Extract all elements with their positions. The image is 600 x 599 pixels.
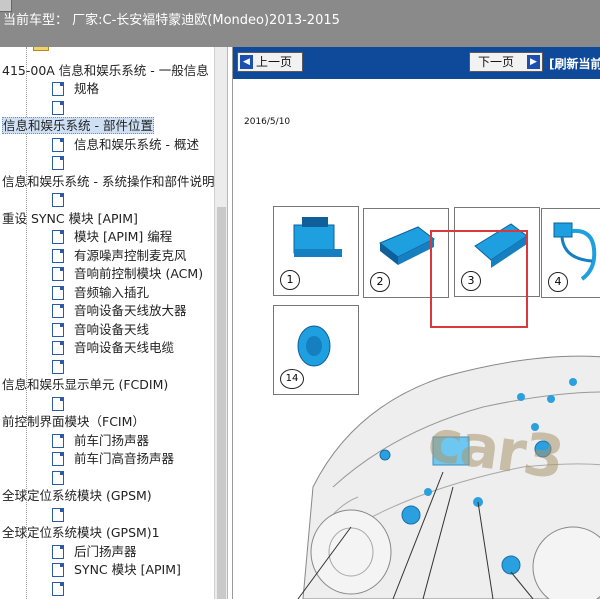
tree-doc-node[interactable]: [52, 395, 74, 413]
tree-node-label: 音响前控制模块 (ACM): [74, 266, 204, 281]
document-icon: [52, 322, 64, 337]
tree-doc-node[interactable]: [52, 358, 74, 376]
document-icon: [52, 82, 64, 96]
tree-node-label: 后门扬声器: [74, 543, 137, 559]
tree-doc-node[interactable]: 音频输入插孔: [52, 284, 149, 302]
document-icon: [52, 341, 64, 355]
tree-section-node[interactable]: 信息和娱乐系统 - 系统操作和部件说明: [2, 173, 214, 191]
tree-node-label: 415-00A 信息和娱乐系统 - 一般信息: [2, 62, 209, 78]
part-number: 2: [370, 272, 390, 292]
tree-node-label: 信息和娱乐系统 - 系统操作和部件说明: [2, 173, 215, 189]
tree-node-label: 信息和娱乐显示单元 (FCDIM): [2, 377, 169, 392]
tree-doc-node[interactable]: SYNC 模块 [APIM]: [52, 561, 181, 579]
document-icon: [52, 248, 64, 263]
document-icon: [52, 285, 64, 300]
document-icon: [52, 193, 64, 207]
tree-doc-node[interactable]: 音响设备天线放大器: [52, 302, 187, 320]
tree-node-label: 音响设备天线: [74, 321, 150, 337]
document-icon: [52, 359, 64, 374]
tree-doc-node[interactable]: [52, 99, 74, 117]
tree-doc-node[interactable]: [52, 506, 74, 524]
tree-doc-node[interactable]: 后门扬声器: [52, 543, 137, 561]
arrow-right-icon: ▶: [527, 55, 540, 69]
previous-page-label: 上一页: [256, 55, 293, 69]
document-icon: [52, 452, 64, 466]
previous-page-button[interactable]: ◀ 上一页: [237, 52, 303, 72]
tree-doc-node[interactable]: 前车门扬声器: [52, 432, 149, 450]
tree-doc-node[interactable]: [52, 154, 74, 172]
tree-section-node[interactable]: 前控制界面模块（FCIM）: [2, 413, 145, 431]
document-icon: [52, 507, 64, 522]
tree-scrollbar-thumb[interactable]: [217, 207, 226, 599]
tree-node-label: 前控制界面模块（FCIM）: [2, 414, 145, 429]
folder-icon: [33, 47, 49, 51]
tree-doc-node[interactable]: 音响设备天线: [52, 321, 149, 339]
next-page-label: 下一页: [478, 55, 515, 69]
part-highlight-frame: [430, 230, 528, 328]
tree-doc-node[interactable]: 音响设备天线电缆: [52, 339, 174, 357]
tree-section-node[interactable]: 重设 SYNC 模块 [APIM]: [2, 210, 138, 228]
part-number: 1: [280, 270, 300, 290]
part-number: 4: [548, 272, 568, 292]
tree-doc-node[interactable]: 规格: [52, 80, 99, 98]
part-number: 14: [280, 369, 304, 389]
tree-node-label: SYNC 模块 [APIM]: [74, 562, 181, 577]
document-icon: [52, 230, 64, 244]
tree-node-label: 规格: [74, 81, 100, 96]
document-icon: [52, 304, 64, 318]
document-icon: [52, 563, 64, 577]
tree-doc-node[interactable]: 模块 [APIM] 编程: [52, 228, 172, 246]
document-toolbar: ◀ 上一页 下一页 ▶ [刷新当前: [233, 47, 600, 79]
tree-section-node[interactable]: 信息和娱乐系统 - 部件位置: [2, 117, 154, 135]
tree-section-node[interactable]: 全球定位系统模块 (GPSM)1: [2, 524, 160, 542]
document-icon: [52, 470, 64, 485]
document-icon: [52, 396, 64, 411]
current-vehicle-label: 当前车型： 厂家:C-长安福特蒙迪欧(Mondeo)2013-2015: [3, 13, 340, 28]
tree-doc-node[interactable]: [52, 191, 74, 209]
tree-node-label: 音频输入插孔: [74, 284, 150, 300]
document-icon: [52, 433, 64, 448]
tree-node-label: 前车门扬声器: [74, 432, 150, 448]
document-icon: [52, 156, 64, 170]
document-tree[interactable]: 415-00A 信息和娱乐系统 - 一般信息 规格 信息和娱乐系统 - 部件位置 信息…: [0, 47, 228, 599]
tree-node-label: 全球定位系统模块 (GPSM): [2, 488, 152, 503]
refresh-current-link[interactable]: [刷新当前: [549, 55, 600, 72]
tree-section-node[interactable]: 全球定位系统模块 (GPSM): [2, 487, 152, 505]
document-icon: [52, 137, 64, 152]
tree-node-label: 音响设备天线放大器: [74, 303, 187, 318]
tree-node-label: 模块 [APIM] 编程: [74, 229, 173, 244]
window-header: 当前车型： 厂家:C-长安福特蒙迪欧(Mondeo)2013-2015: [0, 0, 600, 47]
tree-node-label: 有源噪声控制麦克风: [74, 247, 187, 263]
tree-node-label: 前车门高音扬声器: [74, 451, 175, 466]
tree-node-label: 信息和娱乐系统 - 部件位置: [2, 117, 154, 134]
tree-doc-node[interactable]: 前车门高音扬声器: [52, 450, 174, 468]
tree-doc-node[interactable]: 音响前控制模块 (ACM): [52, 265, 203, 283]
tree-node-label: 重设 SYNC 模块 [APIM]: [2, 210, 138, 226]
tree-doc-node[interactable]: [52, 469, 74, 487]
tree-section-node[interactable]: 415-00A 信息和娱乐系统 - 一般信息: [2, 62, 209, 80]
next-page-button[interactable]: 下一页 ▶: [469, 52, 543, 72]
part-callout-14: 14: [273, 305, 359, 395]
tree-doc-node[interactable]: [52, 580, 74, 598]
tree-node-label: 音响设备天线电缆: [74, 340, 175, 355]
document-icon: [52, 544, 64, 559]
document-icon: [52, 267, 64, 281]
part-callout-4: 4: [541, 208, 600, 298]
part-callout-1: 1: [273, 206, 359, 296]
tree-doc-node[interactable]: 有源噪声控制麦克风: [52, 247, 187, 265]
document-viewer: ◀ 上一页 下一页 ▶ [刷新当前 2016/5/10 car3 1 2 3 4…: [232, 47, 600, 599]
arrow-left-icon: ◀: [240, 55, 253, 69]
tree-section-node[interactable]: 信息和娱乐显示单元 (FCDIM): [2, 376, 168, 394]
tree-node-label: 信息和娱乐系统 - 概述: [74, 136, 199, 152]
document-icon: [52, 581, 64, 596]
tree-doc-node[interactable]: 信息和娱乐系统 - 概述: [52, 136, 199, 154]
document-date: 2016/5/10: [244, 117, 291, 127]
document-icon: [52, 100, 64, 115]
tree-scrollbar[interactable]: [214, 47, 227, 599]
tree-node-label: 全球定位系统模块 (GPSM)1: [2, 525, 160, 540]
